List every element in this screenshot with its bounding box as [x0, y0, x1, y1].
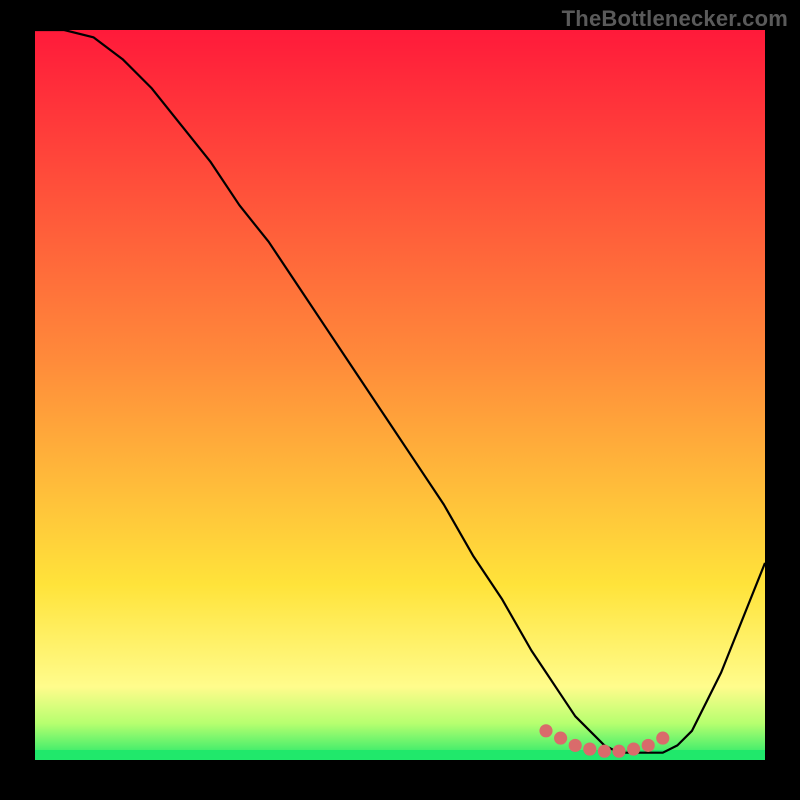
- marker-dot: [583, 742, 596, 755]
- marker-dot: [569, 739, 582, 752]
- bottleneck-curve-line: [35, 30, 765, 753]
- marker-dot: [656, 732, 669, 745]
- chart-plot-area: [35, 30, 765, 760]
- marker-dot: [612, 745, 625, 758]
- marker-dot: [642, 739, 655, 752]
- marker-dot: [598, 745, 611, 758]
- watermark-text: TheBottlenecker.com: [562, 6, 788, 32]
- bottleneck-curve-svg: [35, 30, 765, 760]
- marker-dot: [554, 732, 567, 745]
- marker-dot: [627, 742, 640, 755]
- marker-dot: [539, 724, 552, 737]
